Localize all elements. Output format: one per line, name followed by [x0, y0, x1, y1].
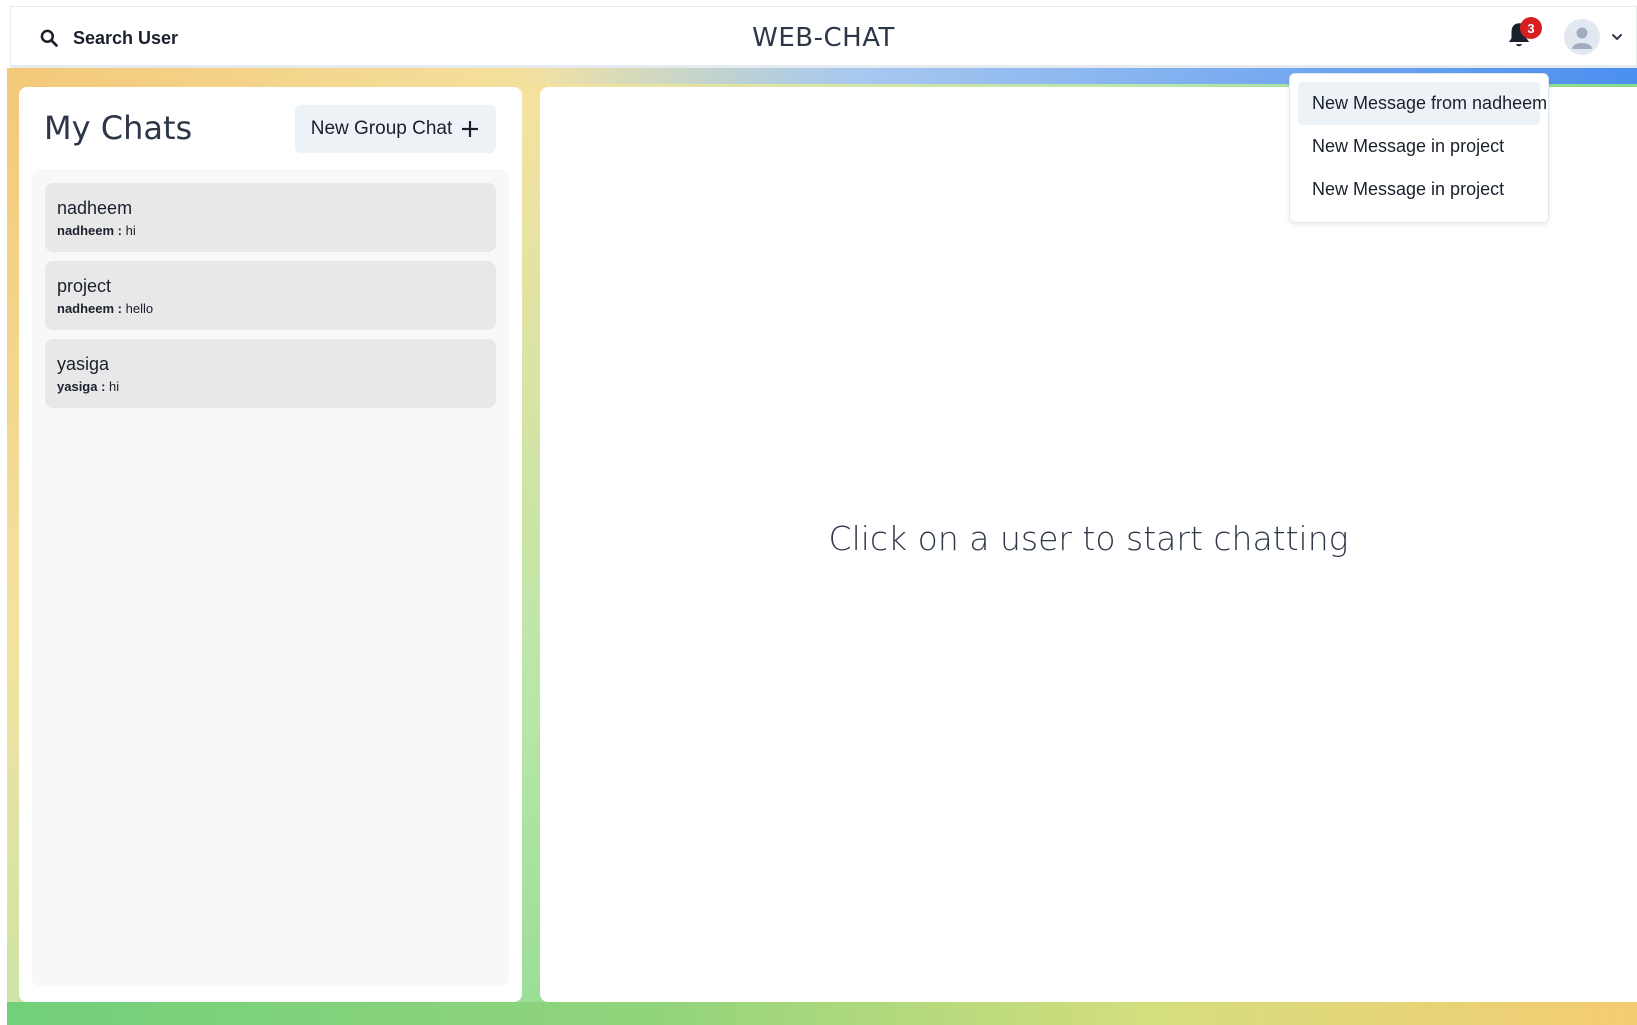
chat-name: project	[57, 276, 112, 296]
notification-badge: 3	[1520, 17, 1542, 39]
chat-latest-text: hi	[109, 379, 120, 394]
chat-latest-message: nadheem : hello	[57, 301, 484, 317]
avatar	[1564, 19, 1600, 55]
chat-latest-sender: nadheem :	[57, 301, 123, 316]
chat-name: yasiga	[57, 354, 110, 374]
chat-latest-message: yasiga : hi	[57, 379, 484, 395]
chat-name: nadheem	[57, 198, 133, 218]
empty-chat-placeholder: Click on a user to start chatting	[828, 519, 1349, 558]
chevron-down-icon	[1612, 34, 1622, 41]
notification-item[interactable]: New Message in project	[1298, 168, 1540, 211]
chat-list-item[interactable]: project nadheem : hello	[45, 261, 496, 330]
chat-latest-sender: nadheem :	[57, 223, 123, 238]
notification-menu: New Message from nadheem New Message in …	[1289, 73, 1549, 223]
notification-item[interactable]: New Message in project	[1298, 125, 1540, 168]
chat-list-item[interactable]: yasiga yasiga : hi	[45, 339, 496, 408]
chat-latest-text: hello	[125, 301, 154, 316]
new-group-chat-label: New Group Chat	[310, 118, 453, 139]
notification-item[interactable]: New Message from nadheem	[1298, 82, 1547, 125]
chat-latest-text: hi	[125, 223, 136, 238]
chat-box: Click on a user to start chatting	[540, 87, 1637, 1002]
chat-list-item[interactable]: nadheem nadheem : hi	[45, 183, 496, 252]
chat-list: nadheem nadheem : hi project nadheem : h…	[32, 169, 509, 986]
panel-title: My Chats	[44, 109, 193, 147]
profile-menu-button[interactable]	[1564, 18, 1624, 56]
plus-icon	[462, 121, 479, 137]
user-icon	[1572, 27, 1592, 49]
chat-latest-sender: yasiga :	[57, 379, 106, 394]
new-group-chat-button[interactable]: New Group Chat	[295, 105, 496, 153]
app-title: WEB-CHAT	[752, 23, 895, 53]
top-header: Search User WEB-CHAT	[10, 6, 1637, 68]
background-bottom-strip	[7, 1002, 1637, 1025]
chat-latest-message: nadheem : hi	[57, 223, 484, 239]
my-chats-panel: My Chats New Group Chat nadheem nadheem …	[19, 87, 522, 1002]
